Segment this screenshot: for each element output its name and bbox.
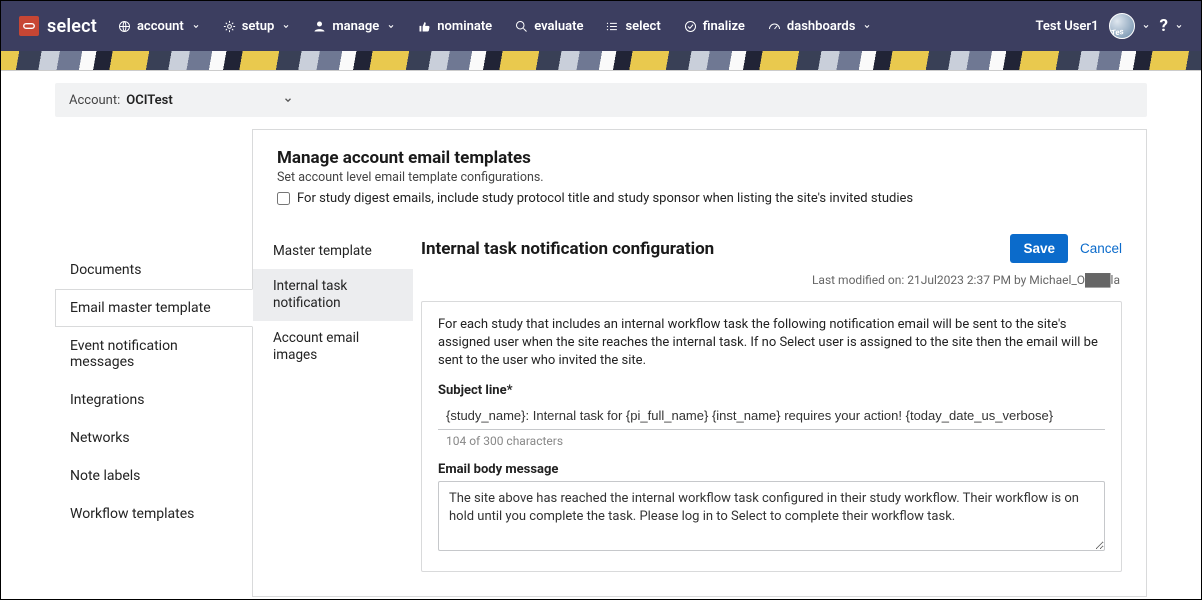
detail-body: For each study that includes an internal… — [421, 301, 1122, 572]
chevron-down-icon — [1175, 22, 1183, 30]
side-nav-item-documents[interactable]: Documents — [55, 251, 253, 289]
user-menu[interactable] — [1109, 13, 1150, 39]
nav-item-evaluate[interactable]: evaluate — [514, 19, 583, 34]
chevron-down-icon — [1142, 22, 1150, 30]
help-menu[interactable]: ? — [1160, 16, 1183, 36]
nav-item-finalize[interactable]: finalize — [683, 19, 745, 34]
side-nav-item-note-labels[interactable]: Note labels — [55, 457, 253, 495]
main-content: Documents Email master template Event no… — [1, 129, 1201, 597]
email-body-textarea[interactable] — [438, 481, 1105, 551]
email-body-label: Email body message — [438, 462, 1105, 477]
brand-text: select — [47, 16, 97, 37]
gear-icon — [222, 19, 237, 34]
chevron-down-icon — [283, 95, 293, 105]
side-nav-item-event-notification-messages[interactable]: Event notification messages — [55, 327, 253, 381]
avatar-icon — [1109, 13, 1135, 39]
nav-label: account — [137, 19, 184, 34]
nav-item-manage[interactable]: manage — [312, 19, 395, 34]
side-nav-column: Documents Email master template Event no… — [55, 129, 253, 597]
page-header: Manage account email templates Set accou… — [253, 148, 1146, 220]
brand-logo-icon — [19, 16, 39, 36]
detail-pane: Internal task notification configuration… — [413, 226, 1122, 572]
nav-label: evaluate — [534, 19, 583, 34]
search-icon — [514, 19, 529, 34]
nav-right: Test User1 ? — [1036, 13, 1183, 39]
sub-nav-internal-task-notification[interactable]: Internal task notification — [253, 269, 413, 321]
gauge-icon — [767, 19, 782, 34]
globe-icon — [117, 19, 132, 34]
subject-char-counter: 104 of 300 characters — [446, 434, 1105, 448]
template-sub-nav: Master template Internal task notificati… — [253, 226, 413, 572]
nav-label: finalize — [703, 19, 745, 34]
nav-label: nominate — [437, 19, 492, 34]
page-title: Manage account email templates — [277, 148, 1122, 168]
chevron-down-icon — [282, 22, 290, 30]
cancel-button[interactable]: Cancel — [1080, 241, 1122, 256]
nav-item-dashboards[interactable]: dashboards — [767, 19, 871, 34]
side-nav-item-email-master-template[interactable]: Email master template — [55, 289, 253, 327]
side-nav-item-workflow-templates[interactable]: Workflow templates — [55, 495, 253, 533]
chevron-down-icon — [192, 22, 200, 30]
chevron-down-icon — [863, 22, 871, 30]
account-label: Account: — [69, 93, 120, 108]
nav-item-nominate[interactable]: nominate — [417, 19, 492, 34]
nav-items: account setup manage nominate — [117, 19, 871, 34]
save-button[interactable]: Save — [1010, 234, 1068, 263]
last-modified-text: Last modified on: 21Jul2023 2:37 PM by M… — [421, 273, 1120, 287]
detail-description: For each study that includes an internal… — [438, 316, 1105, 371]
nav-label: dashboards — [787, 19, 855, 34]
content-panel: Manage account email templates Set accou… — [252, 129, 1147, 597]
decorative-stripe — [1, 51, 1201, 71]
detail-header: Internal task notification configuration… — [421, 234, 1122, 263]
page-subtitle: Set account level email template configu… — [277, 170, 1122, 185]
current-user-name: Test User1 — [1036, 19, 1099, 34]
subject-line-input[interactable] — [438, 402, 1105, 430]
nav-label: select — [625, 19, 660, 34]
nav-item-select[interactable]: select — [605, 19, 660, 34]
thumbs-up-icon — [417, 19, 432, 34]
digest-checkbox-row[interactable]: For study digest emails, include study p… — [277, 191, 1122, 206]
sub-nav-master-template[interactable]: Master template — [253, 234, 413, 269]
digest-checkbox-label: For study digest emails, include study p… — [297, 191, 913, 206]
side-nav: Documents Email master template Event no… — [55, 251, 253, 533]
nav-item-setup[interactable]: setup — [222, 19, 291, 34]
side-nav-item-integrations[interactable]: Integrations — [55, 381, 253, 419]
top-nav: select account setup manage — [1, 1, 1201, 51]
nav-item-account[interactable]: account — [117, 19, 200, 34]
person-icon — [312, 19, 327, 34]
detail-title: Internal task notification configuration — [421, 239, 714, 259]
help-icon: ? — [1160, 16, 1168, 36]
chevron-down-icon — [387, 22, 395, 30]
list-icon — [605, 19, 620, 34]
check-circle-icon — [683, 19, 698, 34]
account-selector[interactable]: Account: OCITest — [55, 83, 1147, 117]
digest-checkbox[interactable] — [277, 192, 290, 205]
subject-line-label: Subject line* — [438, 383, 1105, 398]
account-value: OCITest — [126, 93, 172, 108]
detail-actions: Save Cancel — [1010, 234, 1122, 263]
side-nav-item-networks[interactable]: Networks — [55, 419, 253, 457]
nav-label: setup — [242, 19, 275, 34]
sub-nav-account-email-images[interactable]: Account email images — [253, 321, 413, 373]
brand[interactable]: select — [19, 16, 97, 37]
content-row: Master template Internal task notificati… — [253, 220, 1146, 572]
nav-label: manage — [332, 19, 379, 34]
